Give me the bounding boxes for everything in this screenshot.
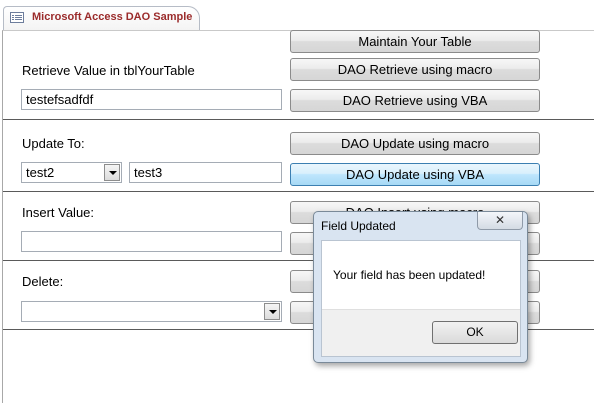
document-tab-strip: Microsoft Access DAO Sample [0,0,594,30]
dao-update-vba-button[interactable]: DAO Update using VBA [290,163,540,186]
ok-button[interactable]: OK [432,321,518,344]
dialog-close-button[interactable]: ✕ [477,212,523,230]
section-divider [3,119,594,120]
update-combo-value: test2 [26,165,55,180]
dao-retrieve-vba-button[interactable]: DAO Retrieve using VBA [290,89,540,112]
insert-value-field[interactable] [21,231,282,252]
retrieve-value-field[interactable]: testefsadfdf [21,89,282,110]
form-document-tab[interactable]: Microsoft Access DAO Sample [3,6,200,30]
close-icon: ✕ [494,213,506,227]
update-text-field[interactable]: test3 [129,162,282,183]
dao-update-macro-button[interactable]: DAO Update using macro [290,132,540,155]
dialog-title: Field Updated [321,219,396,233]
field-updated-dialog: Field Updated ✕ Your field has been upda… [313,211,528,363]
dialog-body: Your field has been updated! OK [321,240,521,357]
chevron-down-icon[interactable] [104,164,120,181]
section-divider [3,191,594,192]
delete-combo[interactable] [21,301,282,322]
insert-label: Insert Value: [22,205,95,220]
form-icon [10,12,24,23]
retrieve-label: Retrieve Value in tblYourTable [22,63,195,78]
chevron-down-icon[interactable] [264,303,280,320]
update-label: Update To: [22,136,85,151]
form-tab-title: Microsoft Access DAO Sample [32,11,193,23]
maintain-table-button[interactable]: Maintain Your Table [290,30,540,53]
dao-retrieve-macro-button[interactable]: DAO Retrieve using macro [290,58,540,81]
delete-label: Delete: [22,274,64,289]
dialog-message: Your field has been updated! [333,268,486,282]
